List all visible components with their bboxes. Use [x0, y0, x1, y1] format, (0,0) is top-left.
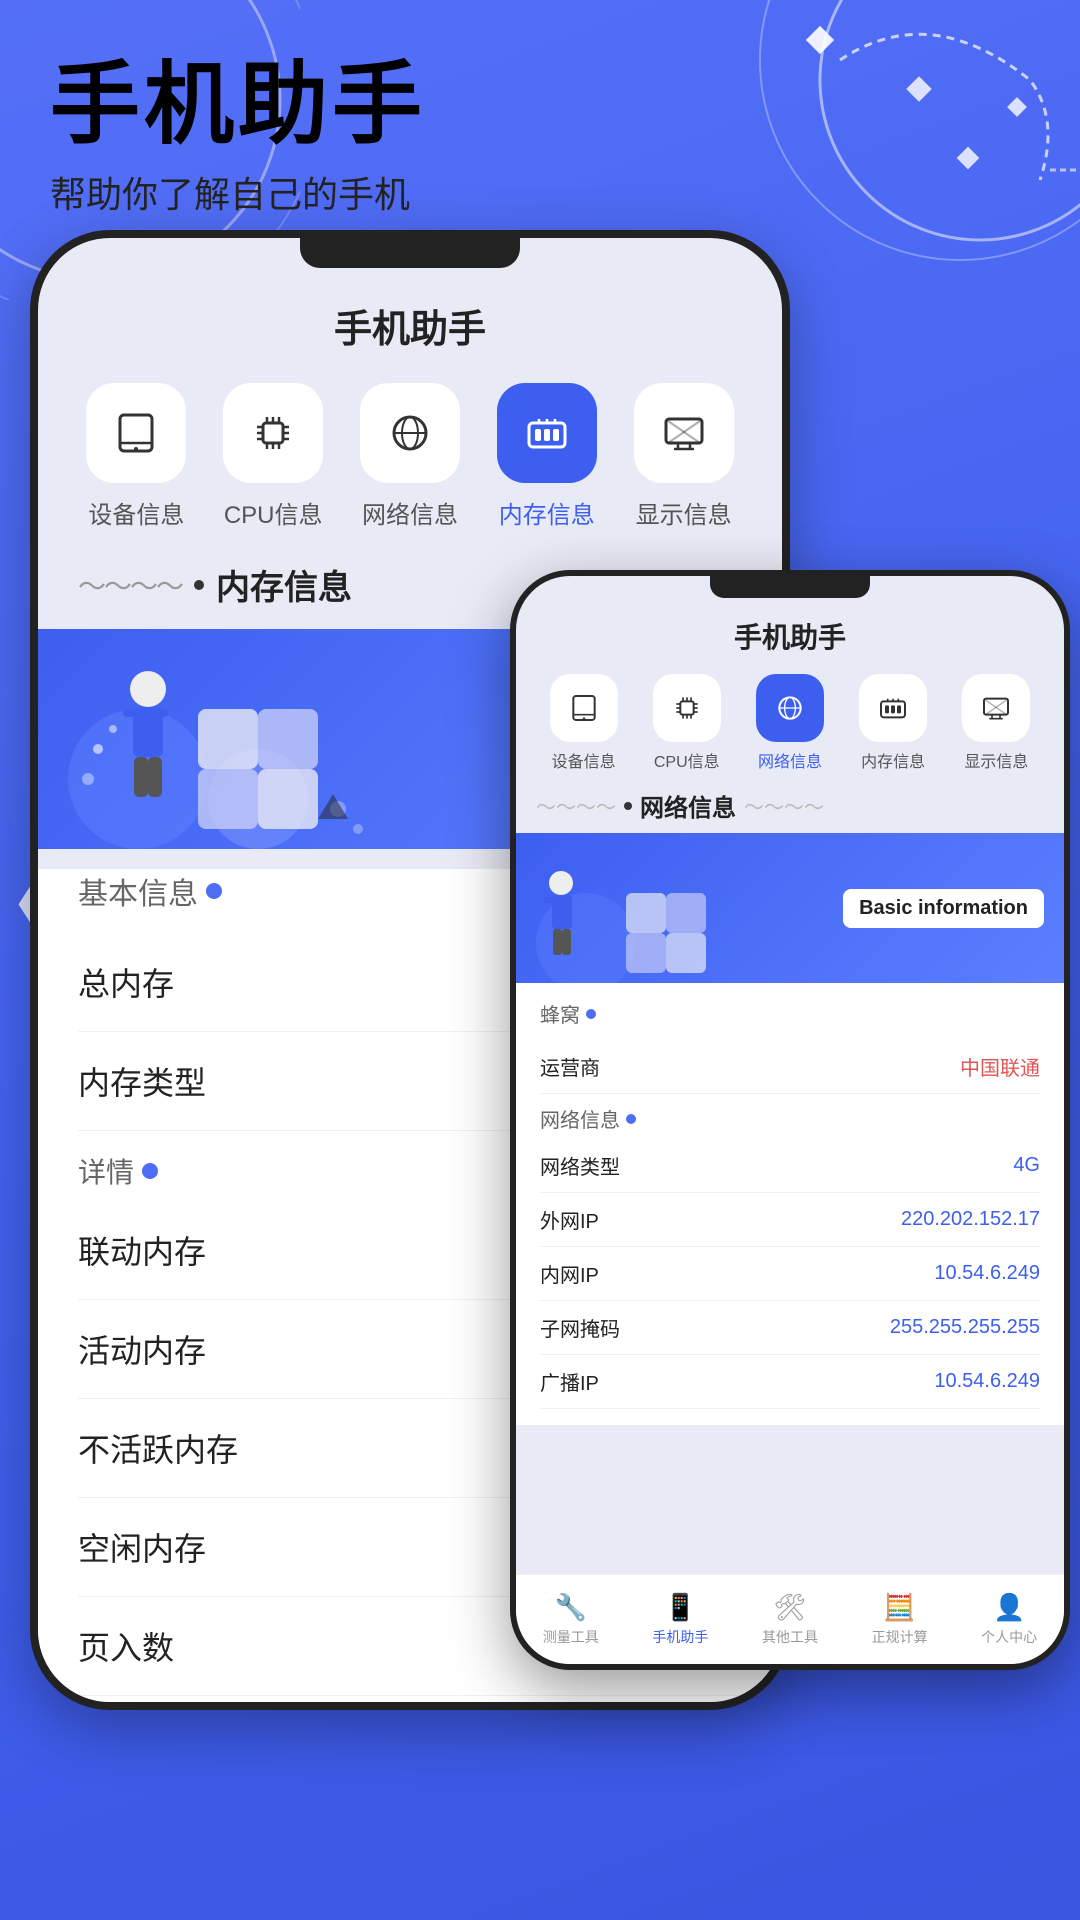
- main-phone-notch: [300, 238, 520, 268]
- s-icon-display[interactable]: 显示信息: [962, 674, 1030, 772]
- cpu-icon: [223, 383, 323, 483]
- other-tools-icon: 🛠: [773, 1592, 806, 1623]
- network-label: 网络信息: [362, 495, 458, 530]
- total-memory-key: 总内存: [78, 959, 174, 1005]
- page-out-row: 页出数 14755: [78, 1696, 742, 1710]
- s-network-label: 网络信息: [758, 748, 822, 772]
- nav-profile-label: 个人中心: [981, 1627, 1037, 1647]
- secondary-icon-row: 设备信息 CPU信息 网络信息 内存信息: [516, 674, 1064, 772]
- header: 手机助手 帮助你了解自己的手机: [50, 60, 426, 218]
- main-icon-row: 设备信息 CPU信息 网络信息 内存信息: [38, 383, 782, 530]
- profile-icon: 👤: [993, 1592, 1025, 1623]
- basic-section-label: 基本信息: [78, 869, 198, 913]
- nav-calculator[interactable]: 🧮 正规计算: [872, 1592, 928, 1647]
- device-icon: [86, 383, 186, 483]
- nav-measurement[interactable]: 🔧 测量工具: [543, 1592, 599, 1647]
- secondary-phone-title: 手机助手: [516, 616, 1064, 656]
- icon-network[interactable]: 网络信息: [360, 383, 460, 530]
- s-internal-ip-row: 内网IP 10.54.6.249: [540, 1247, 1040, 1301]
- secondary-phone: 手机助手 设备信息 CPU信息 网络信息: [510, 570, 1070, 1670]
- network-icon: [360, 383, 460, 483]
- nav-profile[interactable]: 👤 个人中心: [981, 1592, 1037, 1647]
- icon-display[interactable]: 显示信息: [634, 383, 734, 530]
- s-section-title: 网络信息: [640, 788, 736, 823]
- s-subnet-row: 子网掩码 255.255.255.255: [540, 1301, 1040, 1355]
- s-memory-label: 内存信息: [861, 748, 925, 772]
- s-section-header: 〜〜〜〜 网络信息 〜〜〜〜: [516, 788, 1064, 823]
- measurement-icon: 🔧: [555, 1592, 587, 1623]
- icon-device[interactable]: 设备信息: [86, 383, 186, 530]
- display-icon: [634, 383, 734, 483]
- s-nettype-row: 网络类型 4G: [540, 1139, 1040, 1193]
- cpu-label: CPU信息: [224, 495, 323, 530]
- nav-calculator-label: 正规计算: [872, 1627, 928, 1647]
- s-device-icon: [550, 674, 618, 742]
- s-cpu-icon: [653, 674, 721, 742]
- cellular-dot: [586, 1009, 596, 1019]
- s-icon-network[interactable]: 网络信息: [756, 674, 824, 772]
- nav-measurement-label: 测量工具: [543, 1627, 599, 1647]
- s-cellular-label: 蜂窝: [540, 999, 1040, 1028]
- s-broadcast-row: 广播IP 10.54.6.249: [540, 1355, 1040, 1409]
- memory-type-key: 内存类型: [78, 1058, 206, 1104]
- s-banner: Basic information: [516, 833, 1064, 983]
- app-title: 手机助手: [50, 60, 426, 150]
- calculator-icon: 🧮: [883, 1592, 915, 1623]
- phone-helper-icon: 📱: [664, 1592, 696, 1623]
- icon-cpu[interactable]: CPU信息: [223, 383, 323, 530]
- section-title-main: 内存信息: [216, 560, 352, 609]
- network-section-dot: [626, 1114, 636, 1124]
- icon-memory[interactable]: 内存信息: [497, 383, 597, 530]
- display-label: 显示信息: [636, 495, 732, 530]
- s-bottom-nav: 🔧 测量工具 📱 手机助手 🛠 其他工具 🧮 正规计算 👤 个人中心: [516, 1574, 1064, 1664]
- s-info-panel: 蜂窝 运营商 中国联通 网络信息 网络类型 4G 外网IP 220.202.15…: [516, 983, 1064, 1425]
- memory-label: 内存信息: [499, 495, 595, 530]
- s-display-label: 显示信息: [964, 748, 1028, 772]
- basic-dot: [206, 883, 222, 899]
- memory-icon: [497, 383, 597, 483]
- s-carrier-key: 运营商: [540, 1052, 600, 1081]
- s-cpu-label: CPU信息: [654, 748, 720, 772]
- s-carrier-row: 运营商 中国联通: [540, 1040, 1040, 1094]
- s-icon-memory[interactable]: 内存信息: [859, 674, 927, 772]
- detail-dot: [142, 1163, 158, 1179]
- s-network-section-label: 网络信息: [540, 1104, 1040, 1133]
- s-device-label: 设备信息: [552, 748, 616, 772]
- s-external-ip-row: 外网IP 220.202.152.17: [540, 1193, 1040, 1247]
- nav-other-tools-label: 其他工具: [762, 1627, 818, 1647]
- s-icon-device[interactable]: 设备信息: [550, 674, 618, 772]
- app-subtitle: 帮助你了解自己的手机: [50, 166, 426, 218]
- main-phone-title: 手机助手: [38, 298, 782, 353]
- s-network-icon: [756, 674, 824, 742]
- wavy-line-main: 〜〜〜〜: [78, 565, 182, 605]
- nav-other-tools[interactable]: 🛠 其他工具: [762, 1592, 818, 1647]
- secondary-phone-notch: [710, 576, 870, 598]
- s-icon-cpu[interactable]: CPU信息: [653, 674, 721, 772]
- s-memory-icon: [859, 674, 927, 742]
- nav-phone-helper-label: 手机助手: [652, 1627, 708, 1647]
- device-label: 设备信息: [88, 495, 184, 530]
- nav-phone-helper[interactable]: 📱 手机助手: [652, 1592, 708, 1647]
- s-display-icon: [962, 674, 1030, 742]
- s-carrier-val: 中国联通: [960, 1052, 1040, 1081]
- banner-basic-info-label: Basic information: [843, 889, 1044, 928]
